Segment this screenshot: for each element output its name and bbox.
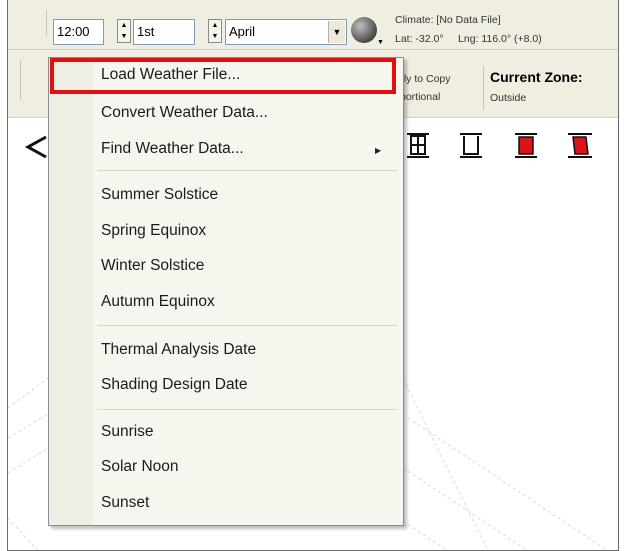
- day-field[interactable]: 1st: [133, 19, 195, 45]
- highlight-box: [50, 58, 396, 94]
- current-zone-label: Current Zone:: [490, 69, 583, 85]
- month-value: April: [229, 24, 256, 39]
- current-zone-value[interactable]: Outside: [490, 92, 526, 104]
- menu-item-spring-equinox[interactable]: Spring Equinox: [101, 222, 206, 240]
- apply-to-copy-label[interactable]: ply to Copy: [398, 73, 451, 85]
- zone-floor-icon[interactable]: [405, 130, 431, 160]
- app-window: 12:00 ▲ ▼ 1st ▲ ▼ April ▼ ▼ Climate: [No…: [7, 0, 619, 551]
- menu-item-winter-solstice[interactable]: Winter Solstice: [101, 257, 204, 275]
- menu-item-summer-solstice[interactable]: Summer Solstice: [101, 186, 218, 204]
- menu-gutter: [49, 58, 93, 525]
- toolbar-separator: [483, 66, 484, 110]
- menu-separator: [97, 325, 397, 326]
- zone-red-icon[interactable]: [513, 130, 539, 160]
- menu-item-sunset[interactable]: Sunset: [101, 494, 149, 512]
- time-spinner[interactable]: ▲ ▼: [117, 19, 131, 43]
- submenu-arrow-icon: ▶: [375, 146, 382, 155]
- chevron-down-icon[interactable]: ▼: [328, 21, 345, 43]
- toolbar-divider: [8, 49, 618, 50]
- menu-item-thermal-analysis-date[interactable]: Thermal Analysis Date: [101, 341, 256, 359]
- menu-item-find-weather-data[interactable]: Find Weather Data...: [101, 140, 244, 158]
- toolbar-left-edge: [8, 60, 21, 100]
- lng-label: Lng: 116.0° (+8.0): [458, 33, 542, 45]
- menu-separator: [97, 170, 397, 171]
- location-readout: Lat: -32.0° Lng: 116.0° (+8.0): [395, 29, 542, 47]
- spin-up-icon[interactable]: ▲: [118, 20, 130, 31]
- menu-item-solar-noon[interactable]: Solar Noon: [101, 458, 179, 476]
- day-spinner[interactable]: ▲ ▼: [208, 19, 222, 43]
- menu-separator: [97, 409, 397, 410]
- zone-ceiling-icon[interactable]: [458, 130, 484, 160]
- time-field[interactable]: 12:00: [53, 19, 104, 45]
- spin-up-icon[interactable]: ▲: [209, 20, 221, 31]
- globe-icon[interactable]: [351, 17, 377, 43]
- menu-item-shading-design-date[interactable]: Shading Design Date: [101, 376, 248, 394]
- spin-down-icon[interactable]: ▼: [118, 31, 130, 42]
- climate-label: Climate: [No Data File]: [395, 14, 501, 26]
- proportional-label[interactable]: portional: [400, 91, 440, 103]
- globe-dropdown-icon[interactable]: ▼: [377, 39, 384, 46]
- weather-menu: Load Weather File... Convert Weather Dat…: [48, 57, 404, 526]
- lat-label: Lat: -32.0°: [395, 33, 444, 45]
- spin-down-icon[interactable]: ▼: [209, 31, 221, 42]
- menu-item-autumn-equinox[interactable]: Autumn Equinox: [101, 293, 215, 311]
- day-value: 1st: [137, 24, 155, 39]
- month-dropdown[interactable]: April ▼: [225, 19, 347, 45]
- zone-red-icon-2[interactable]: [564, 130, 592, 160]
- toolbar-left-edge: [8, 10, 47, 36]
- menu-item-sunrise[interactable]: Sunrise: [101, 423, 154, 441]
- menu-item-convert-weather-data[interactable]: Convert Weather Data...: [101, 104, 268, 122]
- time-value: 12:00: [57, 24, 90, 39]
